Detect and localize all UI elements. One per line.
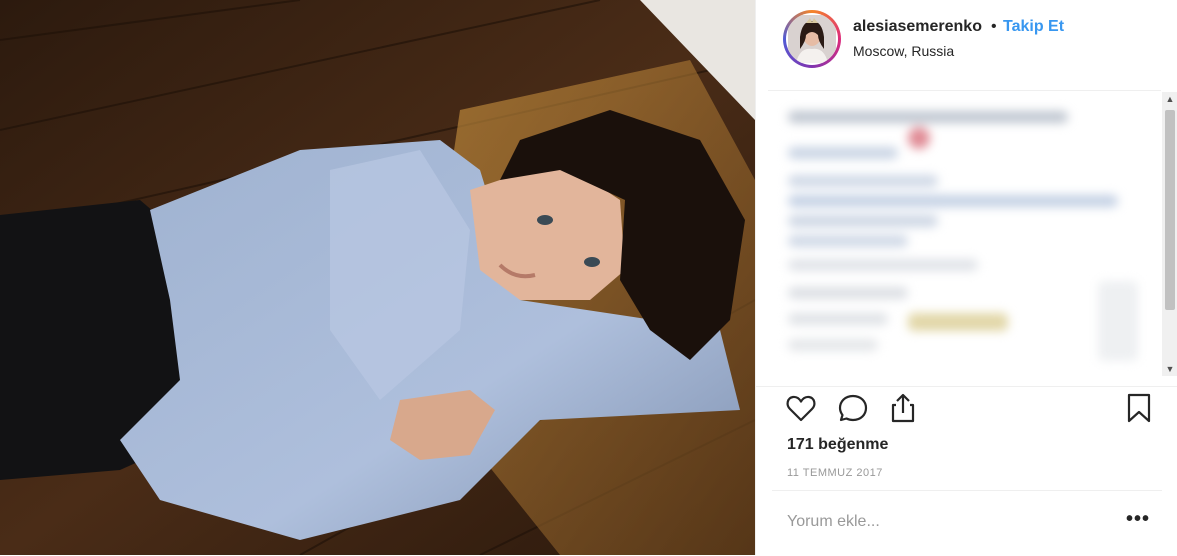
blurred-caption-text: [768, 91, 1161, 381]
comment-input[interactable]: [787, 511, 1087, 533]
comment-box: •••: [772, 490, 1162, 556]
username-link[interactable]: alesiasemerenko: [853, 18, 982, 36]
follow-button[interactable]: Takip Et: [1003, 18, 1064, 36]
post-photo[interactable]: [0, 0, 755, 555]
post-header: alesiasemerenko • Takip Et Moscow, Russi…: [756, 0, 1177, 82]
location-link[interactable]: Moscow, Russia: [853, 43, 954, 59]
action-bar: [756, 386, 1177, 431]
post-side-panel: alesiasemerenko • Takip Et Moscow, Russi…: [755, 0, 1177, 555]
scroll-thumb[interactable]: [1165, 110, 1175, 310]
comment-icon[interactable]: [836, 391, 870, 425]
scroll-up-arrow-icon[interactable]: ▲: [1162, 92, 1177, 106]
more-options-icon[interactable]: •••: [1126, 509, 1150, 529]
caption-comments: [768, 90, 1161, 381]
photo-image: [0, 0, 755, 555]
separator-dot: •: [991, 18, 997, 35]
heart-icon[interactable]: [784, 391, 818, 425]
like-count[interactable]: 171 beğenme: [787, 436, 888, 454]
caption-scrollbar[interactable]: ▲ ▼: [1162, 92, 1177, 376]
scroll-down-arrow-icon[interactable]: ▼: [1162, 362, 1177, 376]
bookmark-icon[interactable]: [1122, 391, 1156, 425]
share-icon[interactable]: [886, 391, 920, 425]
post-date[interactable]: 11 TEMMUZ 2017: [787, 467, 883, 479]
avatar-image: [786, 13, 838, 65]
avatar[interactable]: [783, 10, 841, 68]
